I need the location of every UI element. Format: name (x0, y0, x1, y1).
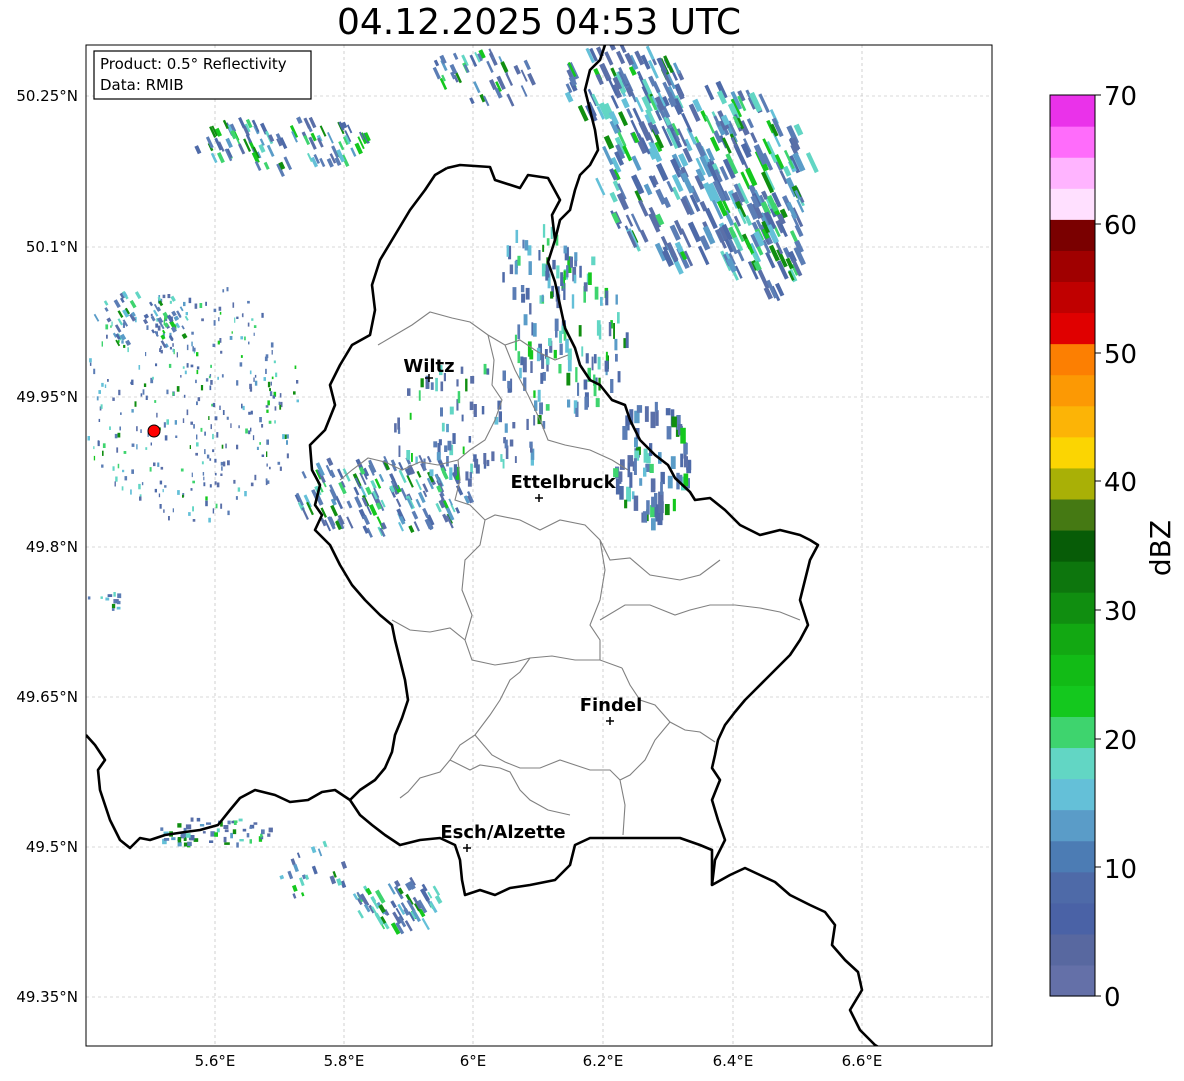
radar-map-figure: Product: 0.5° Reflectivity Data: RMIB Wi… (16, 44, 1177, 1070)
colorbar-tick-label: 10 (1104, 855, 1137, 885)
map-area[interactable] (86, 45, 992, 1046)
colorbar-segment (1050, 219, 1095, 251)
lon-tick-label: 6.6°E (842, 1052, 883, 1070)
colorbar-segment (1050, 374, 1095, 407)
product-label: Product: 0.5° Reflectivity (100, 55, 287, 73)
lat-tick-label: 50.1°N (26, 238, 78, 256)
colorbar-segment (1050, 592, 1095, 624)
colorbar-segment (1050, 343, 1095, 376)
colorbar-segment (1050, 685, 1095, 717)
lon-tick-label: 5.8°E (324, 1052, 365, 1070)
colorbar-segment (1050, 467, 1095, 500)
colorbar-segment (1050, 716, 1095, 749)
lat-tick-label: 49.5°N (26, 838, 78, 856)
colorbar-segment (1050, 623, 1095, 655)
colorbar-tick-label: 20 (1104, 726, 1137, 756)
colorbar-segment (1050, 188, 1095, 220)
colorbar-segment (1050, 250, 1095, 283)
colorbar-segment (1050, 778, 1095, 811)
city-label: Esch/Alzette (440, 822, 565, 843)
longitude-labels: 5.6°E 5.8°E 6°E 6.2°E 6.4°E 6.6°E (195, 1052, 883, 1070)
colorbar-segment (1050, 840, 1095, 873)
lon-tick-label: 5.6°E (195, 1052, 236, 1070)
colorbar-tick-label: 0 (1104, 983, 1121, 1013)
colorbar-segment (1050, 281, 1095, 314)
data-source-label: Data: RMIB (100, 76, 184, 94)
lat-tick-label: 49.8°N (26, 538, 78, 556)
colorbar-segment (1050, 964, 1095, 997)
colorbar: 0 10 20 30 40 50 60 70 dBZ (1049, 82, 1177, 1013)
colorbar-segment (1050, 405, 1095, 438)
colorbar-segment (1050, 871, 1095, 904)
city-label: Ettelbruck (510, 472, 616, 493)
colorbar-segment (1050, 436, 1095, 469)
lat-tick-label: 49.95°N (16, 388, 78, 406)
colorbar-tick-label: 40 (1104, 468, 1137, 498)
colorbar-segment (1050, 95, 1095, 127)
colorbar-segment (1050, 747, 1095, 780)
city-label: Wiltz (403, 356, 454, 377)
colorbar-label: dBZ (1144, 520, 1177, 576)
lon-tick-label: 6.2°E (583, 1052, 624, 1070)
colorbar-segment (1050, 933, 1095, 966)
colorbar-tick-label: 70 (1104, 82, 1137, 112)
colorbar-tick-label: 30 (1104, 597, 1137, 627)
colorbar-tick-label: 60 (1104, 211, 1137, 241)
product-info-box: Product: 0.5° Reflectivity Data: RMIB (93, 50, 312, 100)
colorbar-segment (1050, 498, 1095, 531)
colorbar-segments (1050, 95, 1095, 997)
colorbar-segment (1050, 529, 1095, 562)
colorbar-ticks: 0 10 20 30 40 50 60 70 (1104, 82, 1137, 1013)
colorbar-segment (1050, 312, 1095, 345)
latitude-labels: 50.25°N 50.1°N 49.95°N 49.8°N 49.65°N 49… (16, 87, 78, 1006)
colorbar-segment (1050, 902, 1095, 935)
radar-site-marker[interactable] (147, 424, 161, 438)
colorbar-segment (1050, 809, 1095, 842)
city-label: Findel (580, 695, 643, 716)
colorbar-segment (1050, 561, 1095, 593)
colorbar-tick-label: 50 (1104, 340, 1137, 370)
colorbar-segment (1050, 157, 1095, 189)
lon-tick-label: 6°E (460, 1052, 487, 1070)
lat-tick-label: 49.35°N (16, 988, 78, 1006)
colorbar-segment (1050, 126, 1095, 158)
lat-tick-label: 50.25°N (16, 87, 78, 105)
lat-tick-label: 49.65°N (16, 688, 78, 706)
lon-tick-label: 6.4°E (713, 1052, 754, 1070)
colorbar-segment (1050, 654, 1095, 686)
